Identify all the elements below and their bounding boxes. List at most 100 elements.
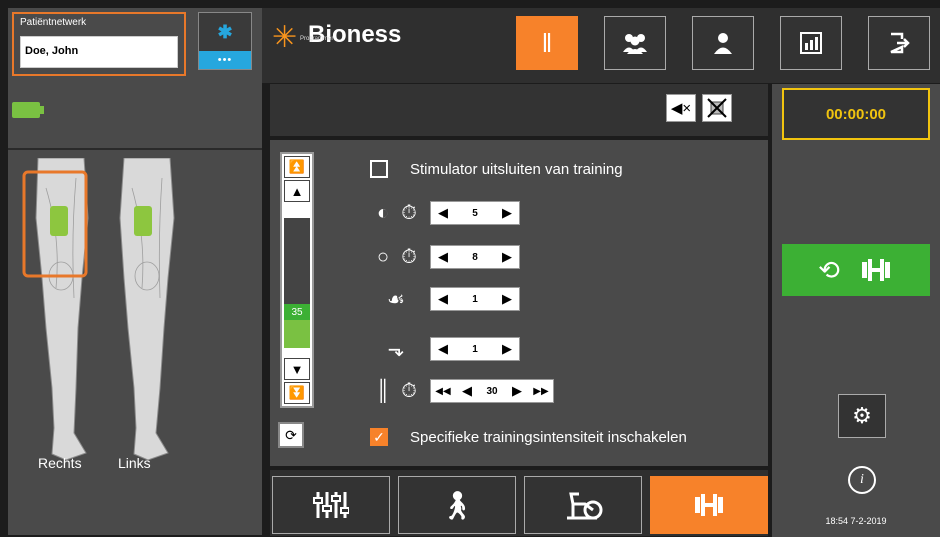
reports-button[interactable] [780,16,842,70]
decrease-button[interactable]: ◀ [431,202,455,224]
wave-value: 5 [472,207,478,219]
specific-intensity-checkbox[interactable]: ✓ [370,428,388,446]
sliders-icon [313,492,349,518]
exit-button[interactable] [868,16,930,70]
stimulation-toggle-button[interactable] [702,94,732,122]
decrease-button[interactable]: ◀ [431,288,455,310]
reports-icon [800,32,822,54]
left-panel: Patiëntnetwerk Doe, John ✱ ••• Rechts Li… [8,8,262,535]
legs-mode-button[interactable]: ‖ [516,16,578,70]
intensity-slider[interactable]: ⏫ ▲ 35 ▼ ⏬ [280,152,314,408]
right-panel: 00:00:00 ⟲ ⚙ i 18:54 7-2-2019 [772,84,940,537]
double-down-icon: ⏬ [288,385,306,400]
intensity-down-button[interactable]: ▼ [284,358,310,380]
message-bar: ◀× [270,84,768,136]
dumbbell-icon [695,494,723,516]
circle-stepper[interactable]: ◀ 8 ▶ [430,245,520,269]
stepper-row-wave: ◐ ⏱ ◀ 5 ▶ [370,200,520,226]
header-bar: ✳ Bioness Programmer ‖ [262,8,940,83]
intensity-fill [284,315,310,348]
exercise-value: 30 [486,385,498,397]
legs-icon: ‖ [541,27,553,58]
intensity-up-button[interactable]: ▲ [284,180,310,202]
increase-fast-button[interactable]: ▶▶ [529,380,553,402]
tab-exercise-bike[interactable] [524,476,642,534]
patient-network-label: Patiëntnetwerk [20,17,87,28]
logo-text: Bioness [308,21,402,48]
reset-icon: ⟳ [285,426,297,443]
info-icon: i [860,472,864,487]
patient-icon [714,33,732,54]
dumbbell-icon: ║ [375,379,391,402]
exclude-stimulator-row[interactable]: Stimulator uitsluiten van training [370,160,623,178]
training-content: ⏫ ▲ 35 ▼ ⏬ ⟳ Stimulator uitsluiten van t… [270,140,768,466]
up-icon: ▲ [290,183,304,199]
timer-icon: ⏱ [401,245,417,268]
increase-button[interactable]: ▶ [505,380,529,402]
date-time: 18:54 7-2-2019 [825,516,887,526]
checkmark-icon: ✓ [373,428,385,445]
exit-icon [890,32,910,54]
history-icon: ⟲ [818,254,840,285]
intensity-value: 35 [284,304,310,320]
battery-icon [12,102,44,118]
heel-strike-value: 1 [472,343,478,355]
increase-button[interactable]: ▶ [495,338,519,360]
circle-icon: ○ [376,245,390,268]
double-up-icon: ⏫ [288,159,306,174]
stepper-row-exercise: ║ ⏱ ◀◀ ◀ 30 ▶ ▶▶ [370,378,554,404]
bluetooth-icon: ✱ [217,21,233,42]
tab-walking[interactable]: 🚶︎ [398,476,516,534]
tab-strength-training[interactable] [650,476,768,534]
patient-button[interactable] [692,16,754,70]
exclude-stimulator-checkbox[interactable] [370,160,388,178]
stepper-row-circle: ○ ⏱ ◀ 8 ▶ [370,244,520,270]
increase-button[interactable]: ▶ [495,288,519,310]
patients-group-icon [623,34,647,54]
dumbbell-icon [861,259,890,281]
decrease-button[interactable]: ◀ [455,380,479,402]
specific-intensity-row[interactable]: ✓ Specifieke trainingsintensiteit inscha… [370,428,687,446]
intensity-max-down-button[interactable]: ⏬ [284,382,310,404]
mute-button[interactable]: ◀× [666,94,696,122]
tab-settings-sliders[interactable] [272,476,390,534]
stepper-row-heel-strike: ⬎ ◀ 1 ▶ [370,336,520,362]
bluetooth-dots: ••• [199,51,251,69]
patient-name-field[interactable]: Doe, John [20,36,178,68]
increase-button[interactable]: ▶ [495,202,519,224]
heel-off-stepper[interactable]: ◀ 1 ▶ [430,287,520,311]
reset-button[interactable]: ⟳ [278,422,304,448]
decrease-fast-button[interactable]: ◀◀ [431,380,455,402]
mute-icon: ◀× [670,100,692,117]
wave-icon: ◐ [376,201,390,224]
exercise-stepper[interactable]: ◀◀ ◀ 30 ▶ ▶▶ [430,379,554,403]
left-leg-label: Links [118,455,151,471]
patient-network-box[interactable]: Patiëntnetwerk Doe, John [12,12,186,76]
decrease-button[interactable]: ◀ [431,246,455,268]
increase-button[interactable]: ▶ [495,246,519,268]
left-electrode[interactable] [134,206,152,236]
patients-group-button[interactable] [604,16,666,70]
stepper-row-heel-off: ☙ ◀ 1 ▶ [370,286,520,312]
timer-icon: ⏱ [401,201,417,224]
right-electrode[interactable] [50,206,68,236]
logo-subtitle: Programmer [300,36,334,42]
bluetooth-button[interactable]: ✱ ••• [198,12,252,70]
stimulation-off-icon [707,98,727,118]
heel-strike-icon: ⬎ [387,338,405,361]
right-leg-label: Rechts [38,455,82,471]
history-strength-button[interactable]: ⟲ [782,244,930,296]
heel-off-icon: ☙ [387,288,405,311]
bottom-tab-bar: 🚶︎ [270,470,768,536]
timer-icon: ⏱ [401,379,417,402]
decrease-button[interactable]: ◀ [431,338,455,360]
legs-illustration [22,158,175,461]
exercise-bike-icon [567,492,603,520]
settings-button[interactable]: ⚙ [838,394,886,438]
intensity-max-up-button[interactable]: ⏫ [284,156,310,178]
info-button[interactable]: i [848,466,876,494]
wave-stepper[interactable]: ◀ 5 ▶ [430,201,520,225]
heel-strike-stepper[interactable]: ◀ 1 ▶ [430,337,520,361]
intensity-track[interactable] [284,218,310,348]
divider [8,148,262,150]
